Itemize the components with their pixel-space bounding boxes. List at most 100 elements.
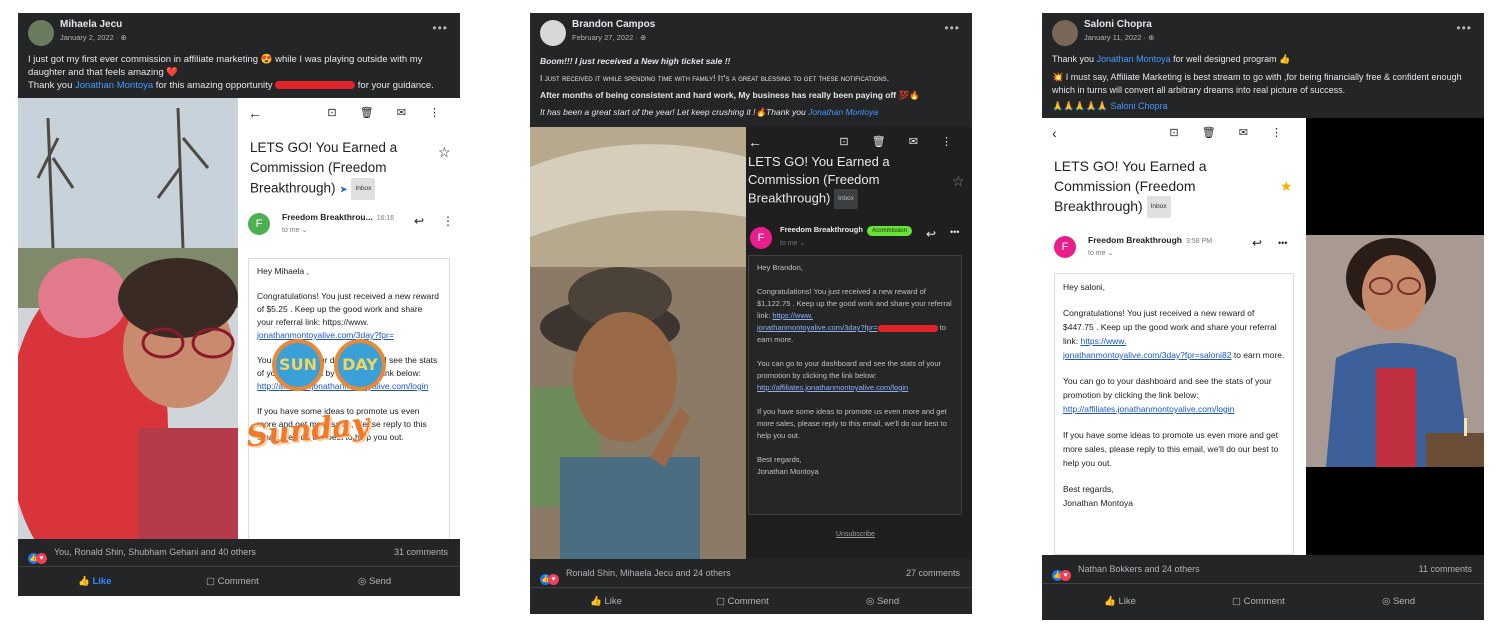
email-subject: LETS GO! You Earned a Commission (Freedo…: [1054, 156, 1234, 219]
star-filled-icon[interactable]: ★: [1280, 178, 1293, 195]
author-avatar[interactable]: [540, 20, 566, 46]
email-body: Hey saloni, Congratulations! You just re…: [1054, 273, 1294, 555]
actions-bar: 👍 Like ▢ Comment ◎ Send: [18, 568, 460, 596]
globe-icon: ⊕: [639, 33, 647, 42]
referral-link[interactable]: https://www. jonathanmontoyalive.com/3day…: [1063, 336, 1231, 360]
unsubscribe-link[interactable]: Unsubscribe: [836, 531, 875, 538]
reply-icon[interactable]: ↩: [414, 214, 424, 228]
reaction-icons[interactable]: 👍 ♥: [1052, 564, 1071, 582]
reaction-icons[interactable]: 👍 ♥: [540, 568, 559, 586]
mention-link[interactable]: Saloni Chopra: [1111, 101, 1168, 111]
like-icon: 👍: [78, 576, 90, 587]
toolbar-icons[interactable]: ⊡ 🗑 ✉ ⋮: [839, 135, 962, 148]
comment-button[interactable]: ▢ Comment: [206, 576, 259, 587]
more-options-icon[interactable]: •••: [432, 21, 448, 35]
back-arrow-icon[interactable]: ‹: [1052, 125, 1057, 141]
mention-link[interactable]: Jonathan Montoya: [75, 80, 153, 91]
sender-avatar: F: [750, 227, 772, 249]
author-name[interactable]: Saloni Chopra: [1084, 19, 1152, 30]
reaction-summary[interactable]: Ronald Shin, Mihaela Jecu and 24 others: [566, 568, 731, 578]
reaction-summary[interactable]: You, Ronald Shin, Shubham Gehani and 40 …: [54, 547, 256, 557]
author-avatar[interactable]: [28, 20, 54, 46]
commission-tag[interactable]: #commission: [866, 226, 912, 236]
post-text-line: 🙏🙏🙏🙏🙏 Saloni Chopra: [1052, 101, 1168, 111]
redaction-mark: [877, 324, 938, 332]
reaction-summary[interactable]: Nathan Bokkers and 24 others: [1078, 564, 1200, 574]
comments-count[interactable]: 27 comments: [906, 568, 960, 578]
email-toolbar: ← ⊡ 🗑 ✉ ⋮: [238, 98, 460, 128]
recipient-dropdown[interactable]: to me ⌄: [282, 226, 307, 234]
post-header: Brandon Campos February 27, 2022 · ⊕ •••: [530, 13, 972, 53]
post-text-line: It has been a great start of the year! L…: [540, 107, 879, 117]
send-button[interactable]: ◎ Send: [1382, 596, 1415, 607]
toolbar-icons[interactable]: ⊡ 🗑 ✉ ⋮: [327, 106, 450, 119]
overflow-icon[interactable]: •••: [1278, 238, 1287, 248]
back-arrow-icon[interactable]: ←: [248, 105, 262, 121]
reply-icon[interactable]: ↩: [926, 227, 936, 241]
email-subject: LETS GO! You Earned a Commission (Freedo…: [748, 153, 918, 209]
globe-icon: ⊕: [120, 33, 127, 42]
post-date[interactable]: January 2, 2022 · ⊕: [60, 33, 127, 42]
actions-bar: 👍 Like ▢ Comment ◎ Send: [1042, 588, 1484, 616]
author-name[interactable]: Brandon Campos: [572, 19, 655, 30]
overflow-icon[interactable]: ⋮: [442, 214, 454, 228]
dashboard-link[interactable]: http://affiliates.jonathanmontoyalive.co…: [1063, 404, 1234, 414]
author-name[interactable]: Mihaela Jecu: [60, 19, 122, 30]
post-mihaela: Mihaela Jecu January 2, 2022 · ⊕ ••• I j…: [18, 13, 460, 596]
post-date[interactable]: January 11, 2022 · ⊕: [1084, 33, 1154, 42]
more-options-icon[interactable]: •••: [944, 21, 960, 35]
actions-bar: 👍 Like ▢ Comment ◎ Send: [530, 588, 972, 614]
sticker-lens-left: SUN: [272, 339, 324, 391]
mention-link[interactable]: Jonathan Montoya: [1097, 54, 1171, 64]
sender-name: Freedom Breakthrough 3:58 PM: [1088, 235, 1213, 245]
recipient-dropdown[interactable]: to me ⌄: [780, 239, 805, 247]
inbox-label[interactable]: Inbox: [1146, 196, 1171, 219]
like-button[interactable]: 👍 Like: [1104, 596, 1136, 607]
email-screenshot: ← ⊡ 🗑 ✉ ⋮ LETS GO! You Earned a Commissi…: [238, 98, 460, 539]
star-icon[interactable]: ☆: [438, 144, 451, 161]
star-icon[interactable]: ☆: [952, 173, 965, 190]
mention-link[interactable]: Jonathan Montoya: [808, 107, 878, 117]
reaction-icons[interactable]: 👍 ♥: [28, 547, 47, 565]
like-button[interactable]: 👍 Like: [590, 596, 622, 607]
sender-name: Freedom Breakthrou... 16:16: [282, 212, 395, 222]
post-saloni: Saloni Chopra January 11, 2022 · ⊕ ••• T…: [1042, 13, 1484, 620]
comment-icon: ▢: [716, 596, 725, 607]
post-text: Thank you Jonathan Montoya for well desi…: [1042, 53, 1484, 113]
comments-count[interactable]: 11 comments: [1419, 564, 1472, 574]
post-header: Saloni Chopra January 11, 2022 · ⊕ •••: [1042, 13, 1484, 53]
post-photo[interactable]: [18, 98, 238, 539]
post-date[interactable]: February 27, 2022 · ⊕: [572, 33, 646, 42]
post-text-line: 💥 I must say, Affiliate Marketing is bes…: [1052, 72, 1462, 95]
post-photo[interactable]: [1306, 118, 1484, 555]
send-button[interactable]: ◎ Send: [866, 596, 899, 607]
author-avatar[interactable]: [1052, 20, 1078, 46]
post-text-line: Boom!!! I just received a New high ticke…: [540, 56, 731, 66]
more-options-icon[interactable]: •••: [1456, 21, 1472, 35]
comment-button[interactable]: ▢ Comment: [716, 596, 769, 607]
email-toolbar: ‹ ⊡ 🗑 ✉ ⋮: [1042, 118, 1306, 148]
send-icon: ◎: [1382, 596, 1391, 607]
reactions-bar: 👍 ♥ Ronald Shin, Mihaela Jecu and 24 othe…: [530, 560, 972, 588]
email-screenshot: ← ⊡ 🗑 ✉ ⋮ LETS GO! You Earned a Commissi…: [746, 127, 972, 559]
post-text: Boom!!! I just received a New high ticke…: [530, 53, 972, 121]
inbox-label[interactable]: Inbox: [351, 178, 376, 200]
back-arrow-icon[interactable]: ←: [748, 134, 762, 150]
recipient-dropdown[interactable]: to me ⌄: [1088, 249, 1113, 257]
dashboard-link[interactable]: http://affiliates.jonathanmontoyalive.co…: [757, 383, 908, 392]
post-photo[interactable]: [530, 127, 746, 559]
post-text: I just got my first ever commission in a…: [18, 53, 460, 92]
inbox-label[interactable]: Inbox: [834, 189, 858, 209]
email-screenshot: ‹ ⊡ 🗑 ✉ ⋮ LETS GO! You Earned a Commissi…: [1042, 118, 1306, 555]
like-button[interactable]: 👍 Like: [78, 576, 112, 587]
comments-count[interactable]: 31 comments: [394, 547, 448, 557]
reply-icon[interactable]: ↩: [1252, 236, 1262, 250]
referral-link[interactable]: https://www. jonathanmontoyalive.com/3day…: [757, 311, 878, 332]
toolbar-icons[interactable]: ⊡ 🗑 ✉ ⋮: [1169, 126, 1292, 139]
email-body: Hey Brandon, Congratulations! You just r…: [748, 255, 962, 515]
post-header: Mihaela Jecu January 2, 2022 · ⊕ •••: [18, 13, 460, 53]
overflow-icon[interactable]: •••: [950, 227, 959, 237]
send-button[interactable]: ◎ Send: [358, 576, 391, 587]
post-text-line: I just got my first ever commission in a…: [28, 54, 423, 78]
comment-button[interactable]: ▢ Comment: [1232, 596, 1285, 607]
